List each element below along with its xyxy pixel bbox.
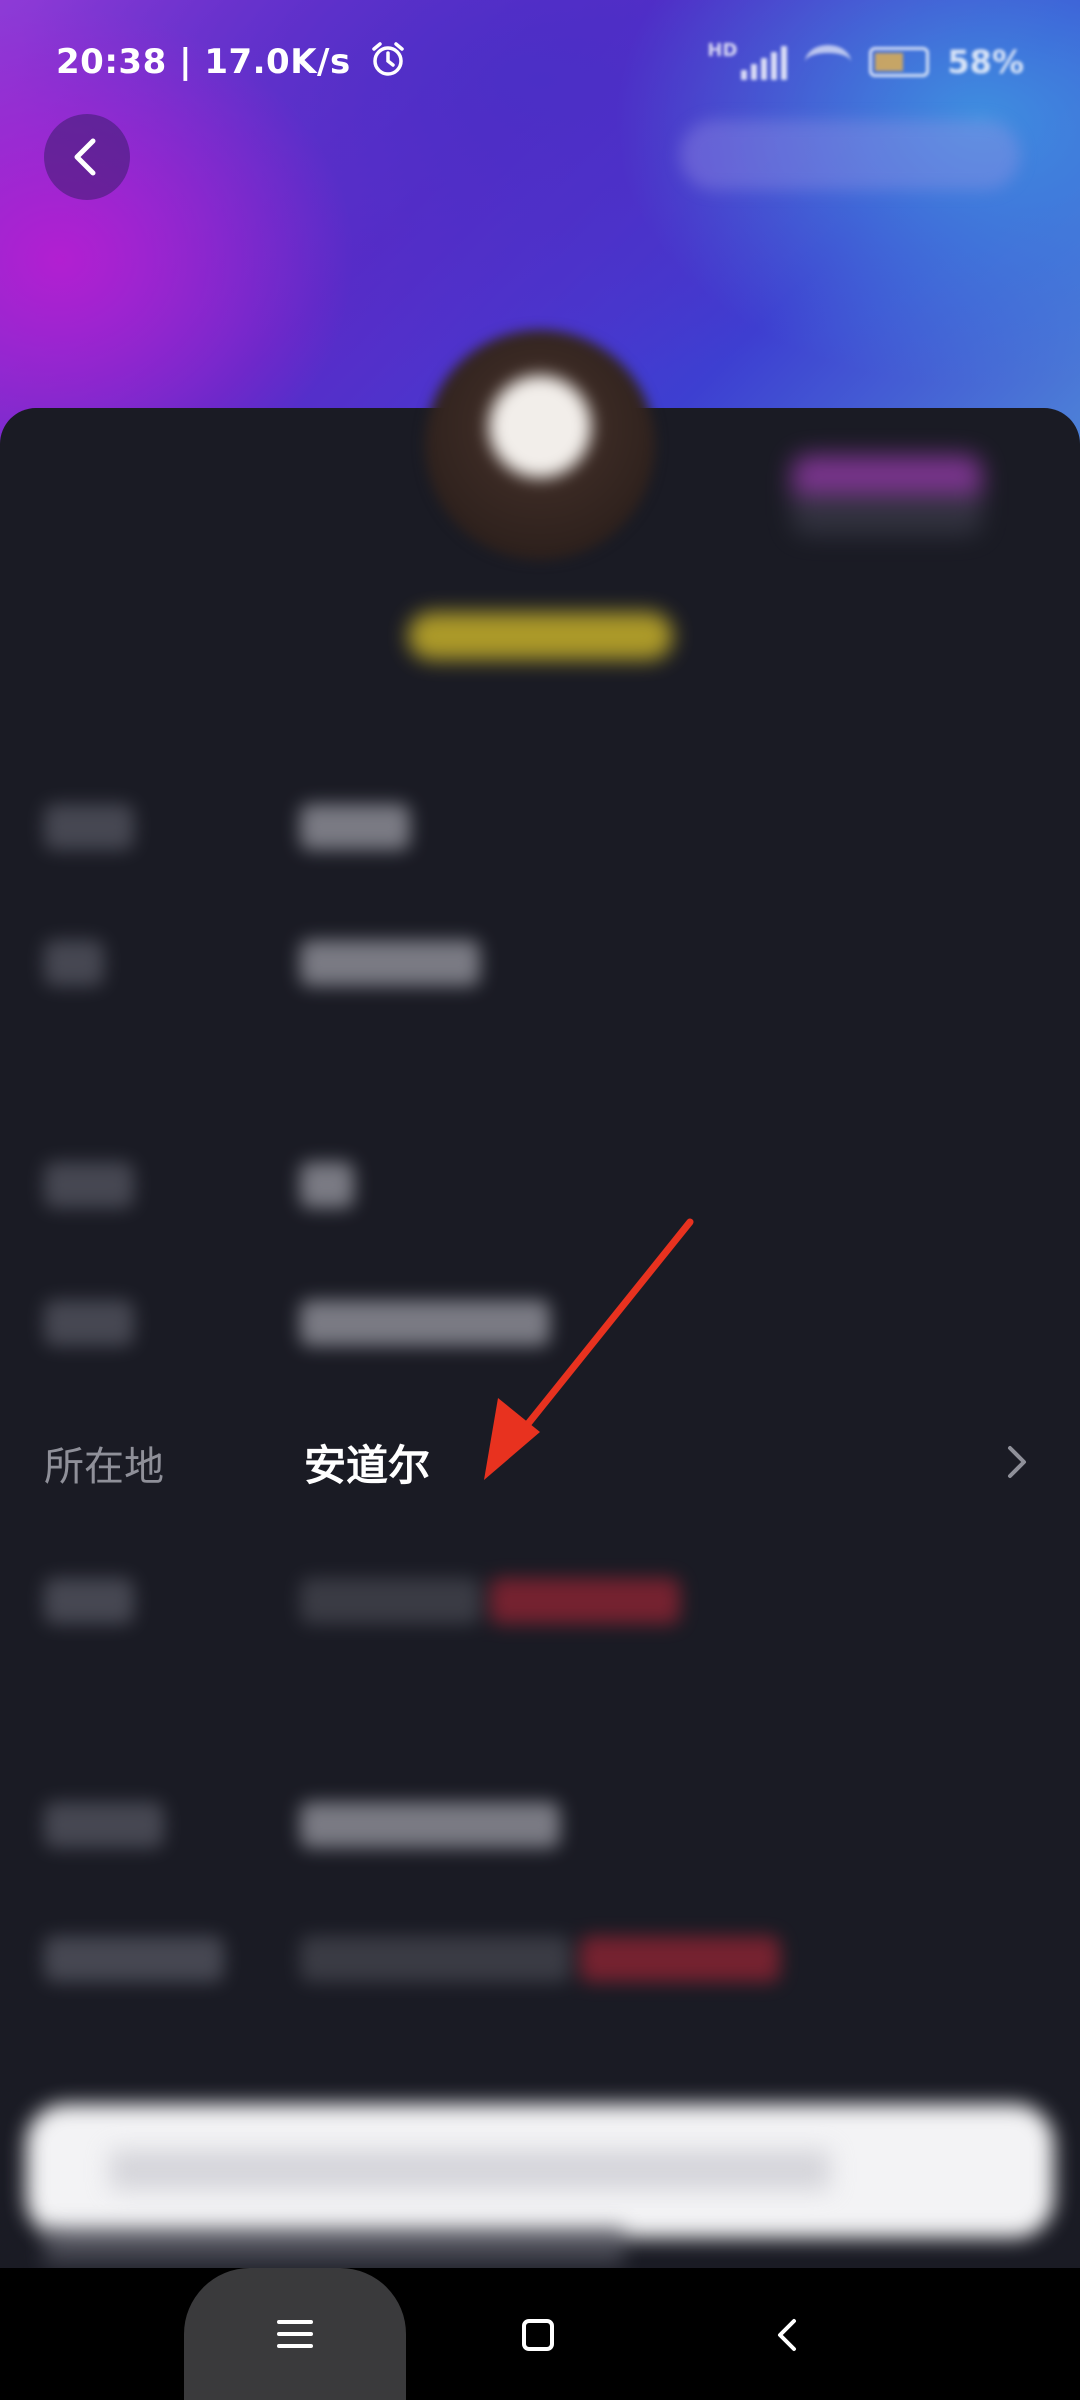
blurred-banner-text <box>110 2150 830 2190</box>
status-indicators: HD 58% <box>707 40 1024 84</box>
location-row[interactable]: 所在地 安道尔 <box>0 1406 1080 1516</box>
signal-icon <box>741 44 788 80</box>
location-value: 安道尔 <box>304 1441 431 1490</box>
blurred-row[interactable] <box>0 1268 1080 1378</box>
home-button[interactable] <box>503 2300 573 2370</box>
status-bar: 20:38 | 17.0K/s HD 58% <box>0 0 1080 120</box>
chevron-right-icon <box>1008 1446 1026 1478</box>
home-square-icon <box>522 2319 554 2351</box>
status-time: 20:38 | 17.0K/s <box>56 40 407 87</box>
chevron-left-icon <box>74 138 96 176</box>
wifi-icon <box>805 45 852 79</box>
blurred-footer-text <box>44 2226 624 2266</box>
nav-back-button[interactable] <box>753 2300 823 2370</box>
blurred-row[interactable] <box>0 1770 1080 1880</box>
battery-percentage: 58% <box>947 43 1024 81</box>
blurred-row[interactable] <box>0 1130 1080 1240</box>
blurred-row[interactable] <box>0 772 1080 882</box>
alarm-clock-icon <box>369 40 407 87</box>
blurred-row[interactable] <box>0 1904 1080 2014</box>
blurred-row[interactable] <box>0 1546 1080 1656</box>
location-label: 所在地 <box>44 1444 164 1490</box>
menu-button[interactable] <box>184 2268 406 2400</box>
menu-icon <box>277 2320 313 2348</box>
blurred-header-button[interactable] <box>680 120 1020 190</box>
blurred-row[interactable] <box>0 908 1080 1018</box>
network-type-label: HD <box>707 40 738 61</box>
back-button[interactable] <box>44 114 130 200</box>
battery-icon <box>869 47 930 77</box>
blurred-badge <box>792 455 982 535</box>
avatar[interactable] <box>425 330 655 560</box>
back-triangle-icon <box>778 2319 796 2351</box>
status-time-text: 20:38 | 17.0K/s <box>56 42 351 82</box>
blurred-nickname <box>408 612 673 660</box>
